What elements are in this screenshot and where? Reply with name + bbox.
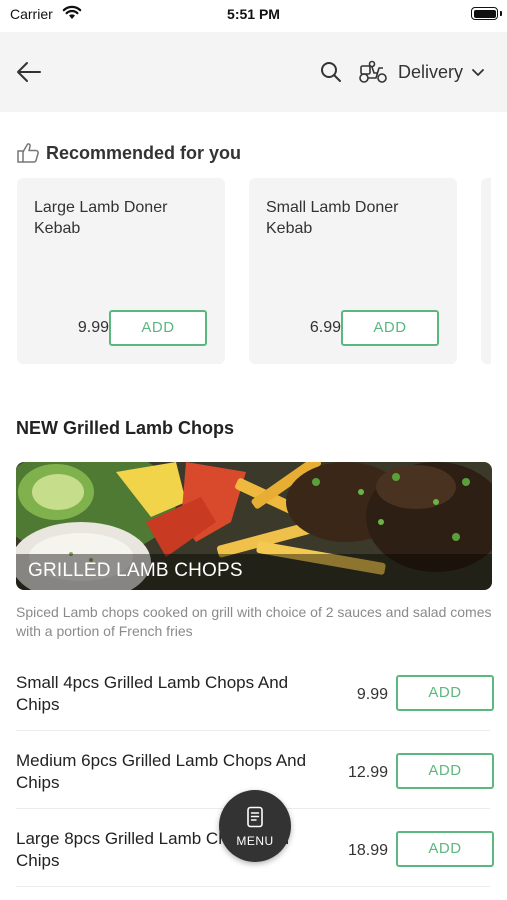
menu-item-row[interactable]: Small 4pcs Grilled Lamb Chops And Chips … bbox=[16, 673, 494, 753]
category-banner-image: GRILLED LAMB CHOPS bbox=[16, 462, 492, 590]
menu-item-name: Small 4pcs Grilled Lamb Chops And Chips bbox=[16, 673, 289, 714]
recommended-heading: Recommended for you bbox=[16, 142, 241, 164]
back-button[interactable] bbox=[14, 58, 44, 86]
recommended-card[interactable]: Small Lamb Doner Kebab 6.99 ADD bbox=[249, 178, 457, 364]
add-button[interactable]: ADD bbox=[396, 831, 494, 867]
category-description: Spiced Lamb chops cooked on grill with c… bbox=[16, 604, 492, 639]
search-icon bbox=[321, 62, 341, 82]
menu-fab-label: MENU bbox=[236, 834, 274, 848]
recommended-title: Recommended for you bbox=[46, 142, 242, 163]
menu-fab-button[interactable]: MENU bbox=[219, 790, 291, 862]
back-arrow-icon bbox=[17, 62, 41, 82]
category-title: NEW Grilled Lamb Chops bbox=[16, 418, 235, 438]
recommended-item-name: Small Lamb Doner Kebab bbox=[266, 199, 399, 237]
add-button[interactable]: ADD bbox=[341, 310, 439, 346]
scooter-icon bbox=[359, 60, 387, 83]
recommended-item-name: Large Lamb Doner Kebab bbox=[34, 199, 168, 237]
menu-item-name: Medium 6pcs Grilled Lamb Chops And Chips bbox=[16, 751, 307, 792]
battery-tip bbox=[500, 11, 502, 16]
add-button[interactable]: ADD bbox=[109, 310, 207, 346]
row-divider bbox=[16, 886, 490, 887]
menu-item-price: 18.99 bbox=[347, 842, 388, 859]
recommended-card-peek[interactable] bbox=[481, 178, 491, 364]
delivery-label: Delivery bbox=[398, 61, 464, 82]
thumbs-up-icon bbox=[17, 143, 39, 163]
row-divider bbox=[16, 730, 490, 731]
banner-caption: GRILLED LAMB CHOPS bbox=[16, 554, 492, 590]
battery-icon bbox=[471, 7, 498, 20]
add-button[interactable]: ADD bbox=[396, 675, 494, 711]
banner-caption-text: GRILLED LAMB CHOPS bbox=[28, 560, 243, 581]
recommended-item-price: 6.99 bbox=[309, 319, 341, 336]
app-header: Delivery bbox=[0, 32, 507, 112]
chevron-down-icon bbox=[472, 69, 484, 76]
menu-item-price: 9.99 bbox=[356, 686, 388, 703]
recommended-card[interactable]: Large Lamb Doner Kebab 9.99 ADD bbox=[17, 178, 225, 364]
menu-item-price: 12.99 bbox=[347, 764, 388, 781]
recommended-item-price: 9.99 bbox=[77, 319, 109, 336]
add-button[interactable]: ADD bbox=[396, 753, 494, 789]
menu-book-icon bbox=[247, 806, 263, 828]
status-time: 5:51 PM bbox=[227, 6, 280, 22]
status-bar: Carrier 5:51 PM bbox=[0, 0, 507, 30]
search-button[interactable] bbox=[319, 60, 343, 84]
delivery-mode-selector[interactable]: Delivery bbox=[358, 56, 485, 88]
